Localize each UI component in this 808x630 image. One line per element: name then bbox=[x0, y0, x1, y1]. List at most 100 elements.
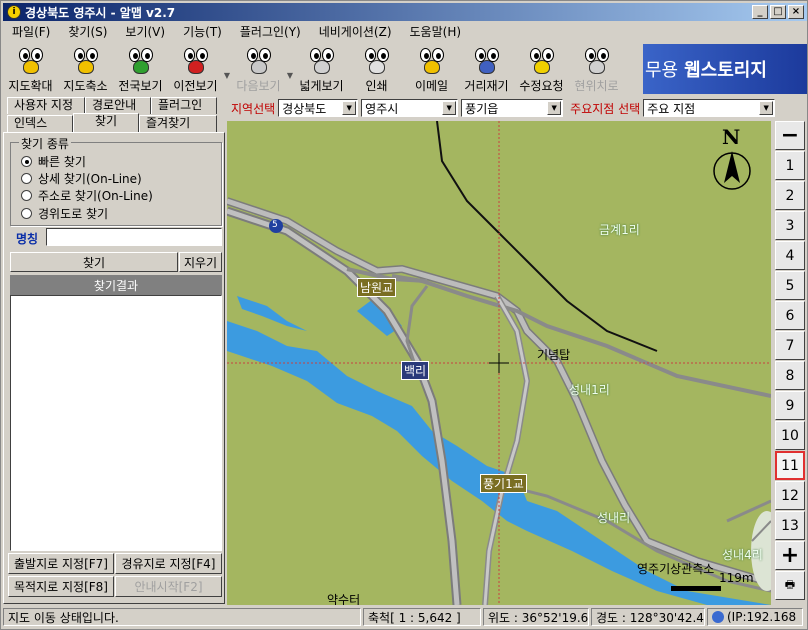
print-icon[interactable]: 🖶 bbox=[775, 571, 805, 600]
correction-request-button[interactable]: 수정요청 bbox=[514, 43, 569, 95]
province-value: 경상북도 bbox=[282, 101, 327, 116]
toolbar: 지도확대 지도축소 전국보기 이전보기 ▼ 다음보기 ▼ 넓게보기 인쇄 이메일 거리재기 수정요청 현… bbox=[3, 43, 643, 95]
poi-value: 주요 지점 bbox=[647, 101, 696, 116]
next-view-icon bbox=[241, 46, 277, 76]
map-label-punggi1gyo[interactable]: 풍기1교 bbox=[480, 474, 527, 493]
radio-latlon-find[interactable]: 경위도로 찾기 bbox=[21, 205, 108, 222]
city-select[interactable]: 영주시 ▼ bbox=[361, 99, 459, 117]
close-button[interactable]: × bbox=[788, 5, 804, 19]
toolbar-dropdown-icon[interactable]: ▼ bbox=[223, 55, 231, 95]
results-list[interactable] bbox=[10, 295, 222, 551]
map-label-baekri[interactable]: 백리 bbox=[401, 361, 430, 380]
toolbar-label: 다음보기 bbox=[236, 79, 281, 93]
find-button[interactable]: 찾기 bbox=[10, 252, 178, 272]
menu-bar: 파일(F) 찾기(S) 보기(V) 기능(T) 플러그인(Y) 네비게이션(Z)… bbox=[3, 22, 807, 41]
measure-distance-button[interactable]: 거리재기 bbox=[459, 43, 514, 95]
route-number-label: 5 bbox=[272, 220, 278, 230]
zoom-level-4[interactable]: 4 bbox=[775, 241, 805, 270]
tab-find[interactable]: 찾기 bbox=[73, 113, 139, 132]
banner-text: 무용 bbox=[645, 60, 679, 81]
menu-help[interactable]: 도움말(H) bbox=[401, 23, 471, 40]
clear-button[interactable]: 지우기 bbox=[179, 252, 222, 272]
menu-view[interactable]: 보기(V) bbox=[116, 23, 174, 40]
map-label-seongnae1ri[interactable]: 성내1리 bbox=[569, 381, 610, 398]
current-location-button[interactable]: 현위치로 bbox=[569, 43, 624, 95]
map-label-seongnaeri[interactable]: 성내리 bbox=[597, 509, 630, 526]
minimize-button[interactable]: _ bbox=[752, 5, 768, 19]
town-value: 풍기읍 bbox=[465, 101, 499, 116]
zoom-level-2[interactable]: 2 bbox=[775, 181, 805, 210]
zoom-minus-button[interactable]: − bbox=[775, 121, 805, 150]
next-view-button[interactable]: 다음보기 bbox=[231, 43, 286, 95]
correction-request-icon bbox=[524, 46, 560, 76]
zoom-out-button[interactable]: 지도축소 bbox=[58, 43, 113, 95]
zoom-level-1[interactable]: 1 bbox=[775, 151, 805, 180]
zoom-level-11[interactable]: 11 bbox=[775, 451, 805, 480]
tab-custom[interactable]: 사용자 지정 bbox=[7, 97, 85, 114]
zoom-level-12[interactable]: 12 bbox=[775, 481, 805, 510]
map-label-geumgye1ri[interactable]: 금계1리 bbox=[599, 221, 640, 238]
status-ip-text: (IP:192.168 bbox=[727, 610, 797, 624]
toolbar-label: 수정요청 bbox=[519, 79, 564, 93]
set-start-button[interactable]: 출발지로 지정[F7] bbox=[8, 553, 114, 574]
set-via-button[interactable]: 경유지로 지정[F4] bbox=[115, 553, 222, 574]
map-view[interactable]: 5 N 금계1리 남원교 백리 기념탑 성내1리 풍기1교 성내리 성내4리 영… bbox=[227, 121, 771, 605]
map-label-seongnae4ri[interactable]: 성내4리 bbox=[722, 546, 763, 563]
zoom-level-7[interactable]: 7 bbox=[775, 331, 805, 360]
radio-label: 주소로 찾기(On-Line) bbox=[38, 189, 153, 203]
radio-address-find[interactable]: 주소로 찾기(On-Line) bbox=[21, 187, 153, 204]
start-guide-button[interactable]: 안내시작[F2] bbox=[115, 576, 222, 597]
menu-function[interactable]: 기능(T) bbox=[174, 23, 231, 40]
current-location-icon bbox=[579, 46, 615, 76]
tab-index[interactable]: 인덱스 bbox=[7, 115, 73, 132]
left-tabs: 사용자 지정 경로안내 플러그인 인덱스 찾기 즐겨찾기 bbox=[3, 97, 225, 133]
menu-find[interactable]: 찾기(S) bbox=[59, 23, 116, 40]
map-label-yaksuteo[interactable]: 약수터 bbox=[327, 591, 360, 605]
map-label-weather-station[interactable]: 영주기상관측소 bbox=[637, 560, 714, 577]
menu-navigation[interactable]: 네비게이션(Z) bbox=[310, 23, 401, 40]
toolbar-label: 지도확대 bbox=[8, 79, 53, 93]
tab-route-guide[interactable]: 경로안내 bbox=[85, 97, 151, 114]
town-select[interactable]: 풍기읍 ▼ bbox=[461, 99, 564, 117]
zoom-level-6[interactable]: 6 bbox=[775, 301, 805, 330]
status-scale: 축척[ 1 : 5,642 ] bbox=[363, 608, 481, 626]
region-label: 지역선택 bbox=[231, 101, 276, 116]
previous-view-button[interactable]: 이전보기 bbox=[168, 43, 223, 95]
toolbar-dropdown-icon[interactable]: ▼ bbox=[286, 55, 294, 95]
search-type-group: 찾기 종류 빠른 찾기 상세 찾기(On-Line) 주소로 찾기(On-Lin… bbox=[10, 135, 222, 226]
national-view-button[interactable]: 전국보기 bbox=[113, 43, 168, 95]
map-label-ginyeomtap[interactable]: 기념탑 bbox=[537, 346, 570, 363]
zoom-level-13[interactable]: 13 bbox=[775, 511, 805, 540]
zoom-in-button[interactable]: 지도확대 bbox=[3, 43, 58, 95]
province-select[interactable]: 경상북도 ▼ bbox=[278, 99, 359, 117]
maximize-button[interactable]: □ bbox=[770, 5, 786, 19]
banner-bold-text: 웹스토리지 bbox=[684, 60, 767, 81]
tab-favorites[interactable]: 즐겨찾기 bbox=[139, 115, 217, 132]
map-label-namwongyo[interactable]: 남원교 bbox=[357, 278, 397, 297]
tab-plugin[interactable]: 플러그인 bbox=[151, 97, 217, 114]
map-canvas[interactable] bbox=[227, 121, 771, 605]
name-label: 명칭 bbox=[16, 232, 39, 246]
email-icon bbox=[414, 46, 450, 76]
wide-view-button[interactable]: 넓게보기 bbox=[294, 43, 349, 95]
set-destination-button[interactable]: 목적지로 지정[F8] bbox=[8, 576, 114, 597]
name-input[interactable] bbox=[46, 228, 222, 246]
zoom-level-10[interactable]: 10 bbox=[775, 421, 805, 450]
ad-banner[interactable]: 무용 웹스토리지 bbox=[643, 44, 807, 94]
zoom-level-9[interactable]: 9 bbox=[775, 391, 805, 420]
zoom-level-8[interactable]: 8 bbox=[775, 361, 805, 390]
poi-select[interactable]: 주요 지점 ▼ bbox=[643, 99, 776, 117]
menu-plugin[interactable]: 플러그인(Y) bbox=[231, 23, 310, 40]
search-type-title: 찾기 종류 bbox=[19, 135, 71, 152]
zoom-level-3[interactable]: 3 bbox=[775, 211, 805, 240]
zoom-bar: −1 2 3 4 5 6 7 8 9 10 11 12 13 + 🖶 bbox=[773, 121, 807, 605]
radio-detail-find[interactable]: 상세 찾기(On-Line) bbox=[21, 170, 142, 187]
menu-file[interactable]: 파일(F) bbox=[3, 23, 59, 40]
email-button[interactable]: 이메일 bbox=[404, 43, 459, 95]
results-header: 찾기결과 bbox=[10, 275, 222, 295]
radio-quick-find[interactable]: 빠른 찾기 bbox=[21, 153, 86, 170]
zoom-out-icon bbox=[68, 46, 104, 76]
zoom-level-5[interactable]: 5 bbox=[775, 271, 805, 300]
zoom-plus-button[interactable]: + bbox=[775, 541, 805, 570]
print-button[interactable]: 인쇄 bbox=[349, 43, 404, 95]
